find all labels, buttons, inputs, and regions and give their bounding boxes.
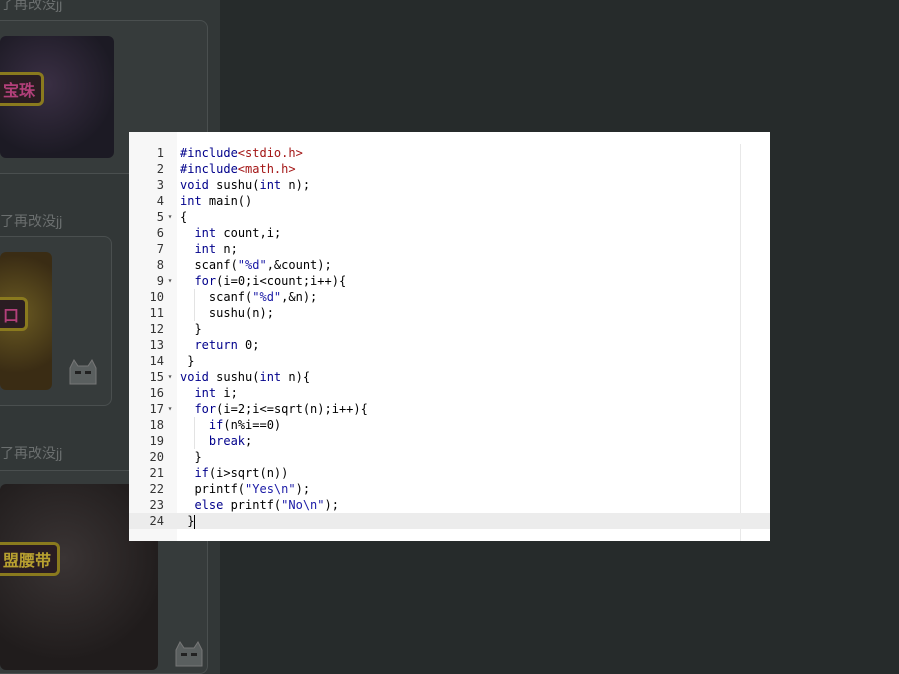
code-text: if(n%i==0) [208,418,282,432]
fold-toggle-icon[interactable]: ▾ [165,369,175,385]
code-line[interactable]: 18 if(n%i==0) [129,417,770,433]
line-number: 24 [149,514,164,528]
code-line[interactable]: 24 } [129,513,770,529]
fold-toggle-icon[interactable]: ▾ [165,273,175,289]
code-text: printf("Yes\n"); [180,482,311,496]
code-text: } [180,322,202,336]
line-number: 23 [149,498,164,512]
code-line[interactable]: 4 int main() [129,193,770,209]
code-text: scanf("%d",&n); [180,290,318,304]
code-text: int i; [194,386,238,400]
line-number: 3 [156,178,164,192]
code-text: return 0; [194,338,260,352]
line-number: 16 [149,386,164,400]
code-line[interactable]: 6 int count,i; [129,225,770,241]
code-text: } [180,514,196,529]
code-text: if(i>sqrt(n)) [194,466,289,480]
background-post-text: 了再改没jj [0,0,63,12]
code-text: #include<stdio.h> [180,146,303,160]
code-line[interactable]: 12 } [129,321,770,337]
line-number: 6 [156,226,164,240]
code-line[interactable]: 11 sushu(n); [129,305,770,321]
line-number: 7 [156,242,164,256]
code-text: void sushu(int n){ [180,370,311,384]
code-line[interactable]: 15 ▾ void sushu(int n){ [129,369,770,385]
line-number: 9 [156,274,164,288]
fold-toggle-icon[interactable]: ▾ [165,401,175,417]
code-text: int count,i; [194,226,282,240]
line-number: 21 [149,466,164,480]
code-line[interactable]: 19 break; [129,433,770,449]
code-text: sushu(n); [180,306,274,320]
code-text: #include<math.h> [180,162,296,176]
code-viewer-modal[interactable]: 1 #include<stdio.h> 2 #include<math.h> 3 void… [129,132,770,541]
code-line[interactable]: 21 if(i>sqrt(n)) [129,465,770,481]
code-text: break; [208,434,253,448]
line-number: 15 [149,370,164,384]
background-post-text: 了再改没jj [0,445,63,461]
text-cursor [194,514,196,529]
code-editor[interactable]: 1 #include<stdio.h> 2 #include<math.h> 3 void… [129,145,770,529]
line-number: 20 [149,450,164,464]
line-number: 10 [149,290,164,304]
background-badge: 盟腰带 [0,542,61,576]
code-line[interactable]: 13 return 0; [129,337,770,353]
code-line[interactable]: 5 ▾ { [129,209,770,225]
code-text: void sushu(int n); [180,178,311,192]
code-text: } [180,354,195,368]
code-line[interactable]: 1 #include<stdio.h> [129,145,770,161]
fold-toggle-icon[interactable]: ▾ [165,209,175,225]
line-number: 4 [156,194,164,208]
code-line[interactable]: 14 } [129,353,770,369]
cat-sticker-icon [175,641,203,667]
code-text: for(i=0;i<count;i++){ [194,274,347,288]
code-line[interactable]: 7 int n; [129,241,770,257]
line-number: 22 [149,482,164,496]
code-text: int n; [194,242,238,256]
line-number: 12 [149,322,164,336]
line-number: 1 [156,146,164,160]
code-text: } [180,450,202,464]
line-number: 5 [156,210,164,224]
line-number: 18 [149,418,164,432]
background-badge: 口 [0,297,29,331]
code-line[interactable]: 17 ▾ for(i=2;i<=sqrt(n);i++){ [129,401,770,417]
code-line[interactable]: 16 int i; [129,385,770,401]
code-text: scanf("%d",&count); [180,258,332,272]
line-number: 11 [149,306,164,320]
background-badge: 宝珠 [0,72,45,106]
line-number: 14 [149,354,164,368]
line-number: 13 [149,338,164,352]
code-line[interactable]: 8 scanf("%d",&count); [129,257,770,273]
code-text: int main() [180,194,253,208]
background-post-text: 了再改没jj [0,213,63,229]
code-line[interactable]: 2 #include<math.h> [129,161,770,177]
code-line[interactable]: 9 ▾ for(i=0;i<count;i++){ [129,273,770,289]
code-text: { [180,210,188,224]
code-line[interactable]: 3 void sushu(int n); [129,177,770,193]
code-line[interactable]: 23 else printf("No\n"); [129,497,770,513]
code-line[interactable]: 22 printf("Yes\n"); [129,481,770,497]
line-number: 8 [156,258,164,272]
code-line[interactable]: 20 } [129,449,770,465]
code-text: else printf("No\n"); [194,498,339,512]
line-number: 17 [149,402,164,416]
code-text: for(i=2;i<=sqrt(n);i++){ [194,402,368,416]
line-number: 19 [149,434,164,448]
cat-sticker-icon [69,359,97,385]
line-number: 2 [156,162,164,176]
code-line[interactable]: 10 scanf("%d",&n); [129,289,770,305]
